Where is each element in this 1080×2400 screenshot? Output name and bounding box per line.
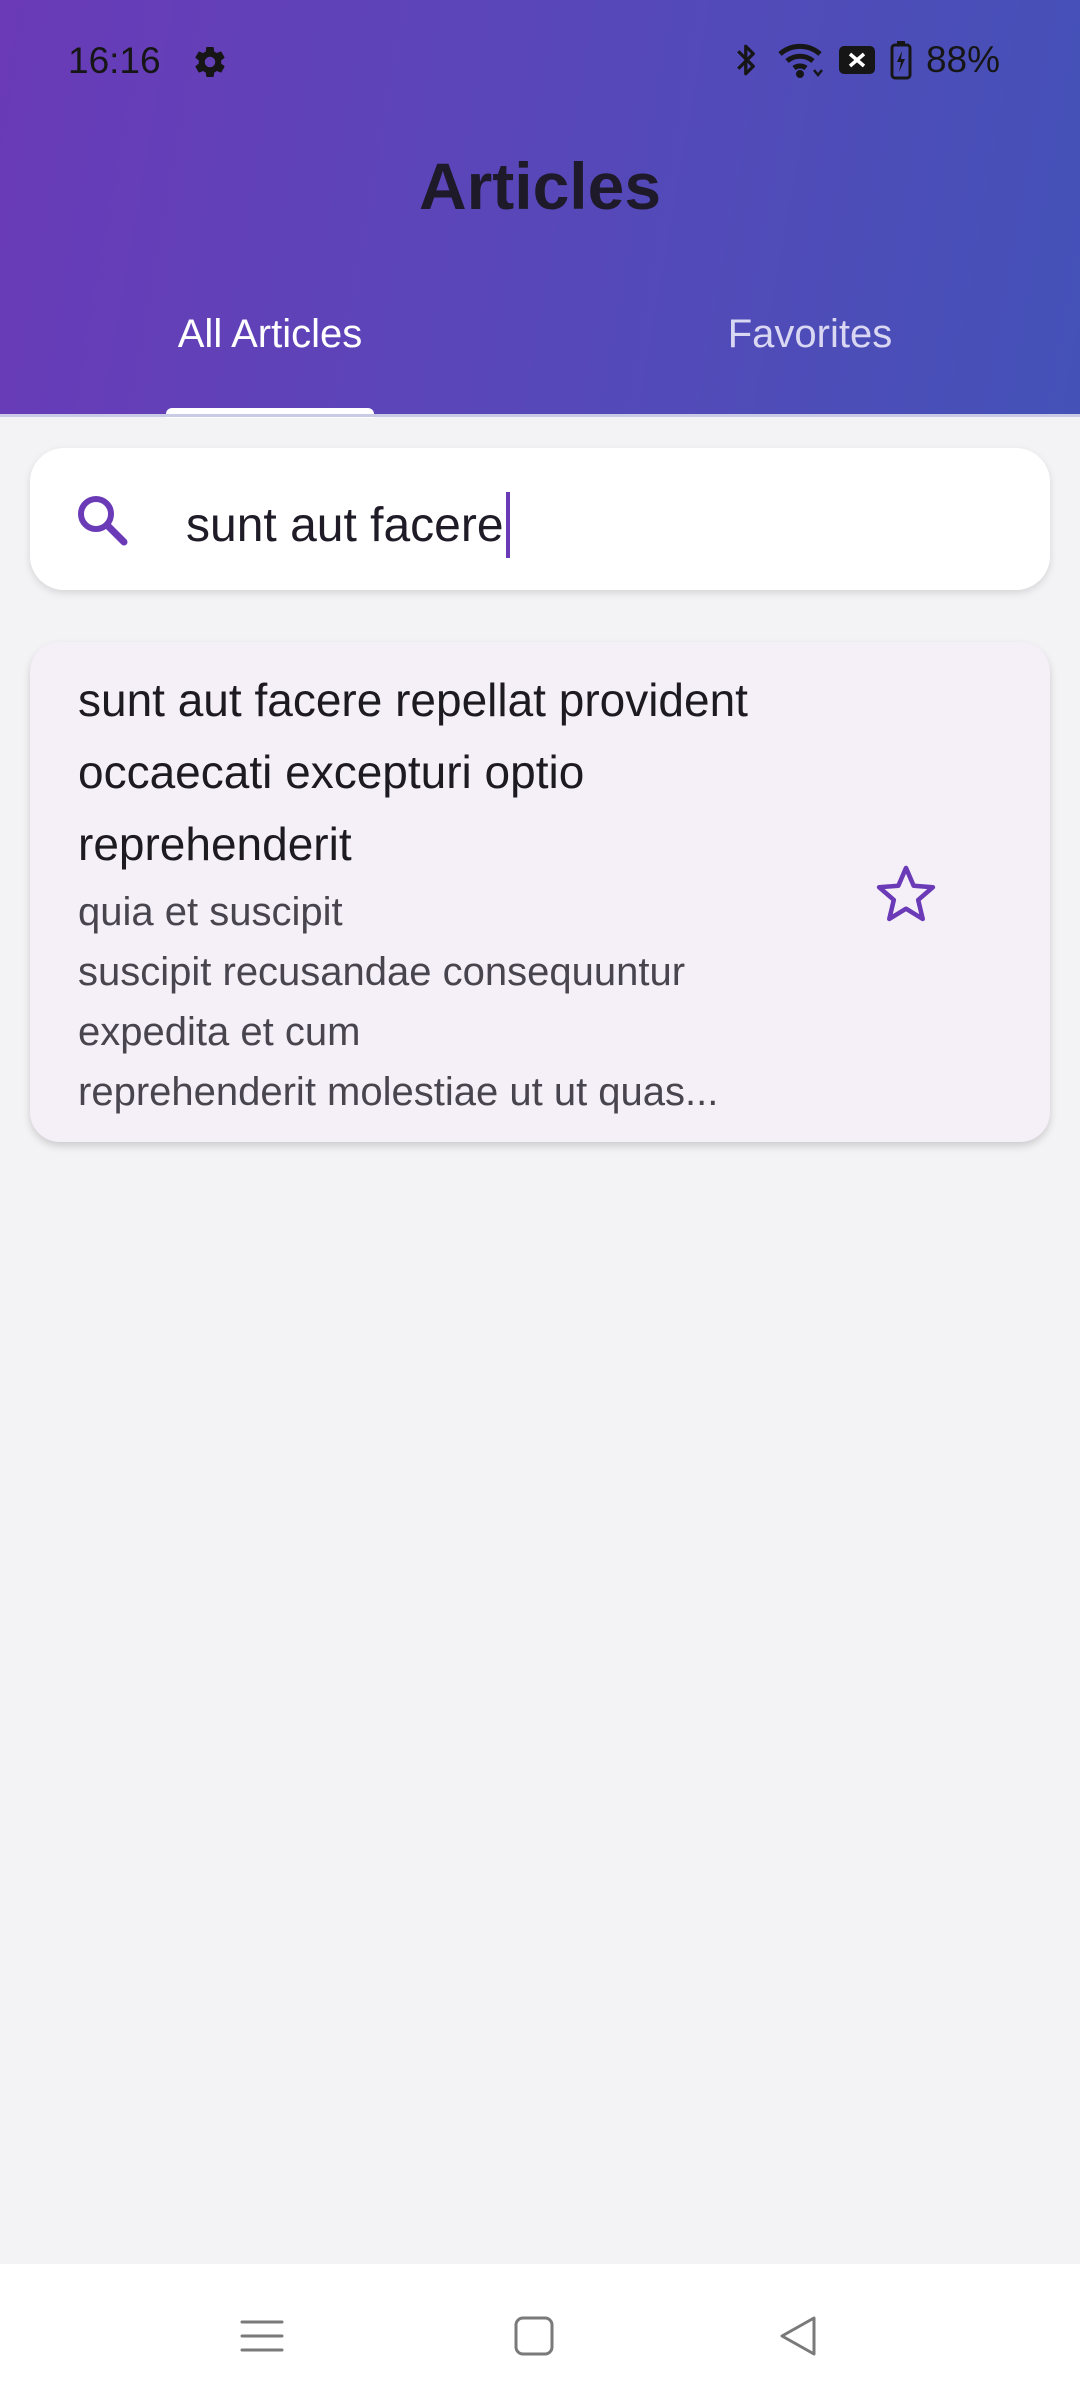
status-time: 16:16 xyxy=(68,40,161,81)
wifi-icon xyxy=(778,43,823,78)
tab-all-articles[interactable]: All Articles xyxy=(0,312,540,357)
menu-icon[interactable] xyxy=(234,2308,290,2364)
search-value[interactable]: sunt aut facere xyxy=(186,492,510,558)
settings-icon xyxy=(195,47,225,78)
text-caret xyxy=(505,492,510,558)
article-title: sunt aut facere repellat provident occae… xyxy=(78,674,748,870)
battery-icon xyxy=(890,41,912,80)
search-text: sunt aut facere xyxy=(186,498,504,552)
system-nav-bar xyxy=(0,2264,1080,2400)
tab-favorites[interactable]: Favorites xyxy=(540,312,1080,357)
header-divider xyxy=(0,414,1080,417)
status-icons: 88% xyxy=(732,38,1000,82)
home-icon[interactable] xyxy=(506,2308,562,2364)
back-icon[interactable] xyxy=(770,2308,826,2364)
bluetooth-icon xyxy=(737,44,755,76)
page-title: Articles xyxy=(418,149,662,223)
status-bar: 16:16 88% xyxy=(0,0,1080,120)
nfc-icon xyxy=(838,46,875,74)
star-outline-icon[interactable] xyxy=(872,860,940,928)
search-icon xyxy=(78,496,128,546)
article-card[interactable]: sunt aut facere repellat provident occae… xyxy=(30,642,1050,1142)
battery-percent: 88% xyxy=(925,39,1000,80)
search-input[interactable]: sunt aut facere xyxy=(30,448,1050,590)
article-body: quia et suscipit suscipit recusandae con… xyxy=(78,890,719,1114)
screen: 16:16 88% Articles All Articles Favorite… xyxy=(0,0,1080,2400)
